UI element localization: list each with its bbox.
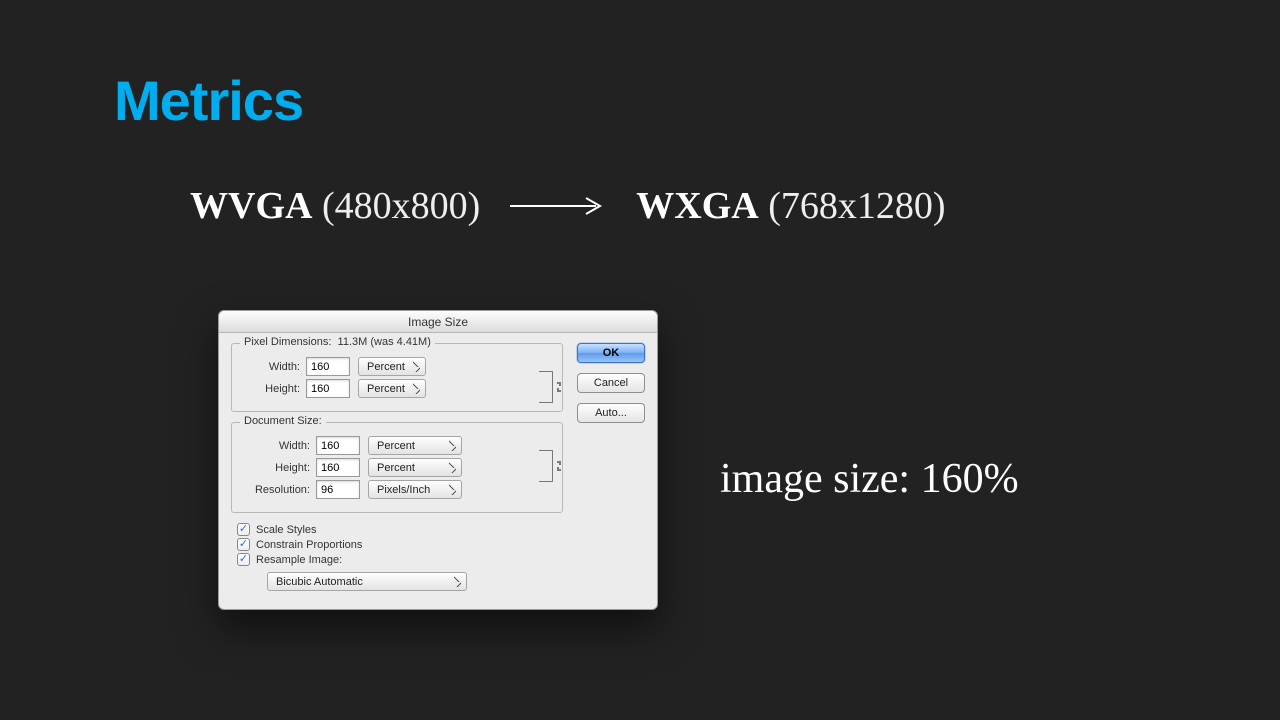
resolution-comparison: WVGA (480x800) WXGA (768x1280) <box>190 184 946 228</box>
pixel-legend-label: Pixel Dimensions: <box>244 336 331 348</box>
resolution-unit-select[interactable]: Pixels/Inch <box>368 480 462 499</box>
auto-button[interactable]: Auto... <box>577 403 645 423</box>
image-size-dialog: Image Size Pixel Dimensions: 11.3M (was … <box>218 310 658 610</box>
pixel-dimensions-legend: Pixel Dimensions: 11.3M (was 4.41M) <box>240 336 435 348</box>
slide-title: Metrics <box>114 68 303 133</box>
pixel-height-label: Height: <box>242 383 306 395</box>
to-res-name: WXGA <box>636 185 758 227</box>
constrain-proportions-checkbox[interactable]: ✓ <box>237 538 250 551</box>
resolution-label: Resolution: <box>242 484 316 496</box>
pixel-height-input[interactable] <box>306 379 350 398</box>
ok-button[interactable]: OK <box>577 343 645 363</box>
dialog-title: Image Size <box>219 311 657 333</box>
doc-height-label: Height: <box>242 462 316 474</box>
doc-height-unit-select[interactable]: Percent <box>368 458 462 477</box>
pixel-summary: 11.3M (was 4.41M) <box>338 336 431 348</box>
pixel-width-label: Width: <box>242 361 306 373</box>
chain-link-icon <box>554 381 564 393</box>
scale-styles-label: Scale Styles <box>256 524 317 536</box>
doc-width-unit-select[interactable]: Percent <box>368 436 462 455</box>
document-size-group: Document Size: Width: Percent Height: Pe… <box>231 422 563 513</box>
to-res-dims: (768x1280) <box>768 185 945 227</box>
resample-image-checkbox[interactable]: ✓ <box>237 553 250 566</box>
cancel-button[interactable]: Cancel <box>577 373 645 393</box>
doc-width-label: Width: <box>242 440 316 452</box>
arrow-icon <box>508 194 608 218</box>
doc-height-input[interactable] <box>316 458 360 477</box>
scale-styles-checkbox[interactable]: ✓ <box>237 523 250 536</box>
pixel-height-unit-select[interactable]: Percent <box>358 379 426 398</box>
chain-link-icon <box>554 460 564 472</box>
pixel-dimensions-group: Pixel Dimensions: 11.3M (was 4.41M) Widt… <box>231 343 563 412</box>
pixel-width-unit-select[interactable]: Percent <box>358 357 426 376</box>
from-res-name: WVGA <box>190 185 312 227</box>
doc-width-input[interactable] <box>316 436 360 455</box>
pixel-width-input[interactable] <box>306 357 350 376</box>
link-bracket-icon <box>539 371 553 403</box>
resolution-input[interactable] <box>316 480 360 499</box>
resample-method-select[interactable]: Bicubic Automatic <box>267 572 467 591</box>
constrain-proportions-label: Constrain Proportions <box>256 539 362 551</box>
resample-image-label: Resample Image: <box>256 554 342 566</box>
from-res-dims: (480x800) <box>322 185 480 227</box>
document-size-legend: Document Size: <box>240 415 326 427</box>
link-bracket-icon <box>539 450 553 482</box>
image-size-caption: image size: 160% <box>720 455 1019 503</box>
